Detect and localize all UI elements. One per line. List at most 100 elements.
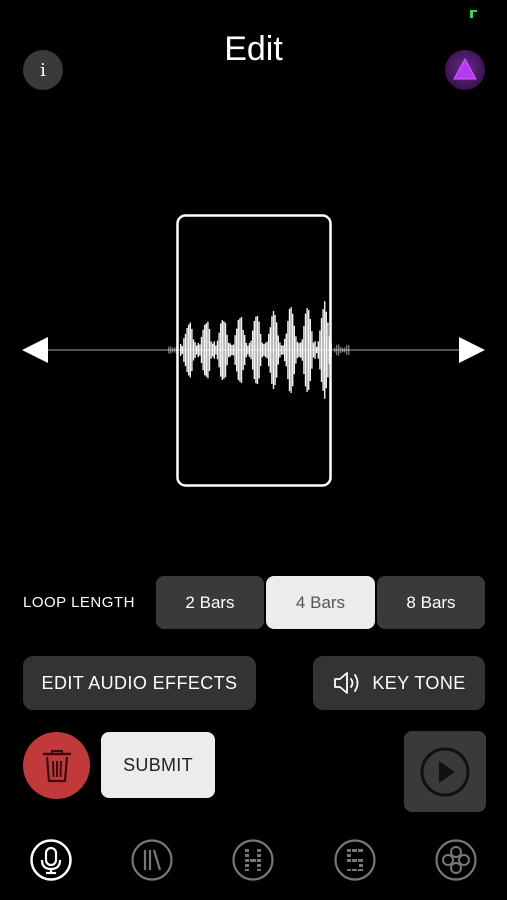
microphone-icon [30, 839, 72, 881]
profile-avatar[interactable] [445, 50, 485, 90]
nav-library[interactable] [130, 838, 174, 882]
nav-sequencer[interactable] [333, 838, 377, 882]
waveform-sample [188, 324, 190, 376]
waveform-sample [205, 323, 207, 377]
speaker-icon [334, 672, 359, 694]
loop-length-label: LOOP LENGTH [23, 594, 135, 611]
waveform-sample [220, 323, 222, 377]
waveform-sample [322, 309, 324, 391]
arrow-right-icon[interactable] [459, 337, 485, 363]
waveform-sample [192, 339, 195, 361]
edit-audio-effects-button[interactable]: EDIT AUDIO EFFECTS [23, 656, 256, 710]
waveform-sample [303, 326, 305, 374]
trash-icon [42, 749, 71, 782]
waveform-sample [271, 316, 273, 384]
waveform-sample [194, 342, 196, 358]
delete-button[interactable] [23, 732, 90, 799]
waveform-sample [327, 322, 329, 378]
waveform-sample [311, 331, 313, 369]
nav-community[interactable] [434, 838, 478, 882]
waveform-sample [183, 338, 185, 362]
loop-4-bars-button[interactable]: 4 Bars [266, 576, 375, 629]
waveform-sample [236, 328, 238, 372]
waveform-sample [258, 321, 260, 379]
waveform-sample [282, 345, 284, 355]
waveform-tail [334, 347, 336, 353]
waveform-sample [277, 335, 279, 365]
waveform-sample [279, 342, 281, 358]
waveform-sample [247, 345, 249, 355]
waveform-sample [196, 345, 198, 355]
waveform-sample [324, 301, 326, 399]
waveform-sample [304, 313, 307, 387]
waveform-sample [266, 341, 268, 359]
waveform-sample [250, 340, 252, 360]
waveform-sample [210, 341, 212, 359]
waveform-tail [174, 347, 176, 353]
submit-button[interactable]: SUBMIT [101, 732, 215, 798]
waveform-sample [189, 322, 191, 378]
waveform-sample [228, 342, 230, 358]
waveform-sample [216, 340, 219, 360]
arrow-left-icon[interactable] [22, 337, 48, 363]
library-icon [131, 839, 173, 881]
waveform-sample [317, 341, 319, 359]
waveform-sample [274, 314, 276, 386]
waveform-tail [170, 346, 172, 354]
circles-icon [435, 839, 477, 881]
waveform-sample [240, 316, 243, 384]
key-tone-button[interactable]: KEY TONE [313, 656, 485, 710]
waveform-sample [306, 308, 308, 392]
waveform-sample [269, 327, 271, 373]
waveform-tail [338, 344, 340, 356]
page-title: Edit [224, 30, 283, 68]
waveform-sample [207, 321, 209, 379]
waveform-sample [200, 336, 203, 364]
loop-8-bars-button[interactable]: 8 Bars [377, 576, 485, 629]
waveform-tail [344, 347, 346, 353]
waveform-tail [348, 345, 350, 355]
waveform-editor[interactable] [0, 205, 507, 495]
audio-waveform [168, 301, 350, 399]
waveform-sample [237, 320, 239, 380]
waveform-sample [231, 344, 233, 356]
waveform-sample [215, 345, 217, 355]
waveform-sample [284, 338, 286, 362]
waveform-sample [239, 318, 241, 382]
waveform-sample [232, 344, 235, 356]
waveform-sample [253, 320, 255, 380]
waveform-tail [346, 345, 348, 355]
waveform-sample [202, 329, 204, 371]
h-icon [232, 839, 274, 881]
waveform-tail [172, 347, 174, 353]
status-indicator-icon [470, 10, 477, 18]
waveform-sample [261, 342, 263, 358]
waveform-sample [330, 343, 332, 357]
waveform-tail [168, 346, 170, 354]
waveform-sample [212, 343, 214, 357]
waveform-sample [197, 342, 199, 358]
nav-tracks[interactable] [231, 838, 275, 882]
waveform-sample [309, 319, 311, 381]
waveform-sample [181, 346, 183, 354]
waveform-sample [290, 307, 292, 393]
waveform-sample [204, 324, 206, 376]
waveform-sample [312, 342, 315, 358]
waveform-sample [248, 343, 251, 357]
play-button[interactable] [404, 731, 486, 812]
waveform-sample [244, 334, 246, 366]
play-icon [420, 747, 470, 796]
waveform-sample [298, 343, 300, 357]
waveform-sample [328, 336, 331, 364]
waveform-sample [229, 343, 231, 357]
waveform-sample [300, 342, 302, 358]
waveform-sample [314, 341, 316, 359]
nav-record[interactable] [29, 838, 73, 882]
waveform-sample [263, 344, 265, 356]
waveform-sample [301, 339, 303, 361]
waveform-sample [287, 320, 289, 380]
waveform-sample [208, 328, 211, 372]
loop-2-bars-button[interactable]: 2 Bars [156, 576, 264, 629]
waveform-sample [268, 333, 270, 367]
waveform-sample [272, 311, 275, 389]
